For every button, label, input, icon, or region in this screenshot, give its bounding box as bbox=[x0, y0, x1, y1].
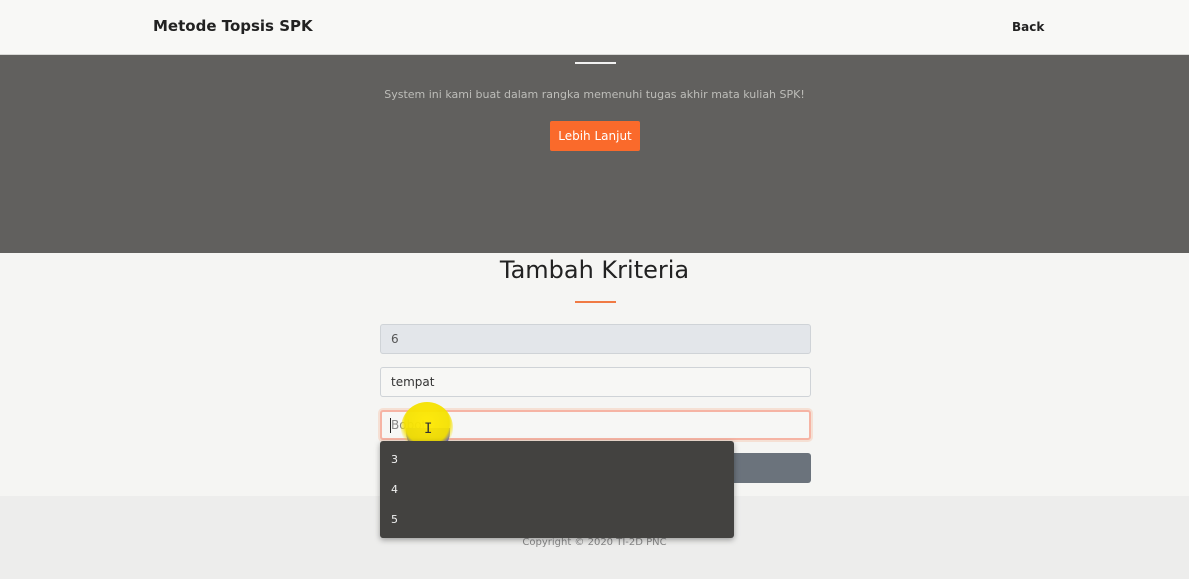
page-title: Tambah Kriteria bbox=[499, 256, 690, 284]
autocomplete-option[interactable]: 4 bbox=[380, 475, 734, 505]
back-link[interactable]: Back bbox=[1012, 20, 1044, 34]
submit-button[interactable] bbox=[734, 453, 811, 483]
hero-section: System ini kami buat dalam rangka memenu… bbox=[0, 55, 1189, 253]
hero-text: System ini kami buat dalam rangka memenu… bbox=[384, 88, 805, 101]
copyright-text: Copyright © 2020 TI-2D PNC bbox=[522, 537, 667, 548]
autocomplete-option[interactable]: 3 bbox=[380, 445, 734, 475]
brand-title[interactable]: Metode Topsis SPK bbox=[153, 17, 313, 35]
autocomplete-option[interactable]: 5 bbox=[380, 505, 734, 535]
title-underline bbox=[575, 301, 616, 303]
hero-divider bbox=[575, 62, 616, 64]
text-caret bbox=[390, 418, 391, 433]
more-button[interactable]: Lebih Lanjut bbox=[550, 121, 640, 151]
autocomplete-dropdown: 3 4 5 bbox=[380, 441, 734, 538]
criteria-id-field[interactable]: 6 bbox=[380, 324, 811, 354]
criteria-name-field[interactable]: tempat bbox=[380, 367, 811, 397]
navbar: Metode Topsis SPK Back bbox=[0, 0, 1189, 55]
text-cursor-icon: I bbox=[424, 421, 433, 437]
